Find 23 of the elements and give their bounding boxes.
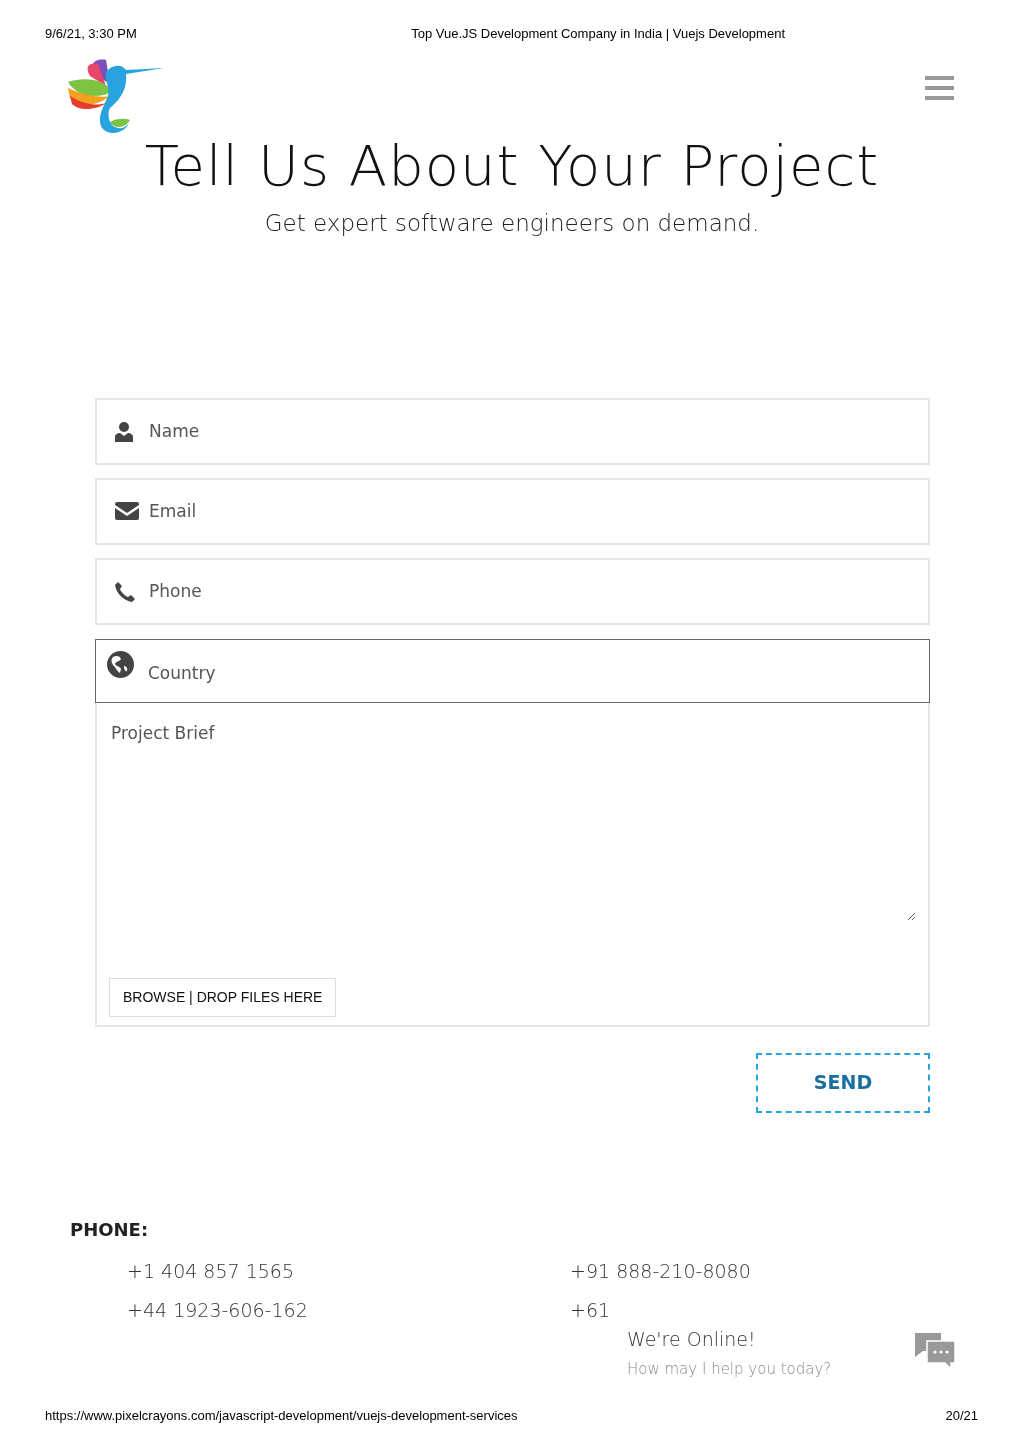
page-number: 20/21 (945, 1407, 978, 1425)
project-brief-area[interactable]: Project Brief BROWSE | DROP FILES HERE (95, 702, 930, 1027)
phone-heading: PHONE: (70, 1218, 150, 1241)
envelope-icon (115, 501, 139, 520)
menu-icon[interactable] (925, 76, 954, 101)
chat-widget[interactable]: We're Online! How may I help you today? (627, 1325, 957, 1380)
phone-number: +44 1923-606-162 (127, 1297, 309, 1323)
upload-button[interactable]: BROWSE | DROP FILES HERE (109, 977, 337, 1017)
phone-icon (115, 581, 135, 602)
print-url: https://www.pixelcrayons.com/javascript-development/vuejs-development-services (45, 1407, 518, 1425)
person-icon (115, 421, 133, 442)
input-field[interactable]: Country (95, 638, 930, 703)
phone-number: +91 888-210-8080 (570, 1259, 752, 1285)
print-title: Top Vue.JS Development Company in India | Vuejs Development (411, 25, 785, 43)
phone-number: +61 (570, 1297, 612, 1323)
send-button[interactable]: SEND (756, 1052, 930, 1113)
chat-subtitle: How may I help you today? (627, 1358, 832, 1380)
globe-icon (107, 650, 134, 678)
chat-icon[interactable] (915, 1333, 957, 1369)
phone-number: +1 404 857 1565 (127, 1259, 295, 1285)
print-date: 9/6/21, 3:30 PM (45, 25, 137, 43)
chat-title: We're Online! (627, 1327, 757, 1352)
page-subheading: Get expert software engineers on demand. (263, 209, 761, 238)
